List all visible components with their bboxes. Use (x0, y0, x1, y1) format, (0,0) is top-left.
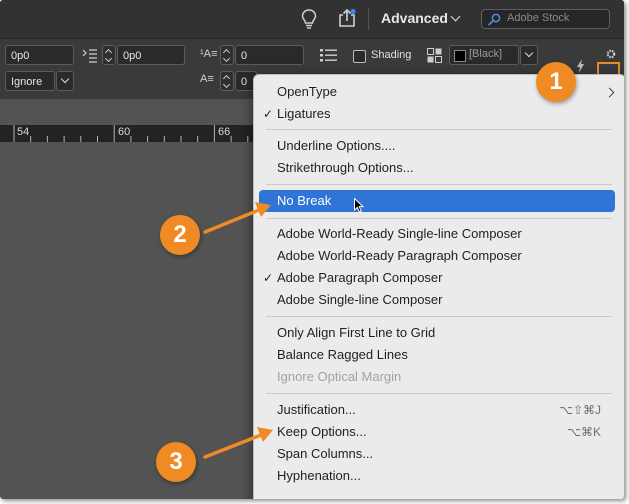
menu-item-align-first-line-label: Only Align First Line to Grid (277, 325, 436, 340)
drop-cap-field[interactable]: 0 (235, 45, 304, 65)
ruler-label-66: 66 (218, 126, 231, 138)
indent-field-1[interactable]: 0p0 (5, 45, 74, 65)
lightbulb-icon[interactable] (301, 9, 317, 29)
gear-icon[interactable] (605, 48, 617, 60)
workspace-switcher[interactable]: Advanced (381, 10, 465, 28)
menu-item-underline-label: Underline Options.... (277, 138, 396, 153)
menu-item-ligatures-label: Ligatures (277, 106, 331, 121)
menu-item-span-columns[interactable]: Span Columns... (254, 443, 624, 465)
share-icon[interactable] (337, 8, 357, 28)
drop-cap-chars-icon: A≡ (200, 73, 214, 85)
callout-1: 1 (536, 62, 576, 102)
indent-stepper-2[interactable] (102, 45, 116, 65)
chevron-down-icon (450, 11, 461, 22)
color-swatch (454, 50, 466, 62)
menu-item-paragraph-composer[interactable]: ✓ Adobe Paragraph Composer (254, 267, 624, 289)
menu-item-balance-ragged-lines[interactable]: Balance Ragged Lines (254, 344, 624, 366)
menu-item-justification-shortcut: ⌥⇧⌘J (559, 403, 601, 417)
menu-item-world-ready-single-line[interactable]: Adobe World-Ready Single-line Composer (254, 223, 624, 245)
menu-item-balance-label: Balance Ragged Lines (277, 347, 408, 362)
ignore-dropdown-value: Ignore (11, 76, 43, 88)
ignore-dropdown-arrow[interactable] (56, 71, 74, 91)
menu-item-single-line-label: Adobe Single-line Composer (277, 292, 443, 307)
menu-separator (266, 129, 612, 130)
indent-field-2-value: 0p0 (123, 50, 142, 62)
lightning-icon[interactable] (576, 59, 585, 73)
checkmark-icon: ✓ (263, 107, 274, 121)
workspace-label: Advanced (381, 10, 448, 26)
indesign-window: Advanced Adobe Stock 0p0 Ignore 0p0 ¹A≡ … (0, 0, 624, 499)
menu-item-span-columns-label: Span Columns... (277, 446, 374, 461)
menu-item-hyphenation-label: Hyphenation... (277, 468, 361, 483)
menu-item-underline-options[interactable]: Underline Options.... (254, 135, 624, 157)
menu-separator (266, 316, 612, 317)
application-bar: Advanced Adobe Stock (0, 0, 624, 38)
menu-separator (266, 393, 612, 394)
menu-item-wr-paragraph-label: Adobe World-Ready Paragraph Composer (277, 248, 522, 263)
search-icon (487, 13, 501, 26)
menu-item-align-first-line[interactable]: Only Align First Line to Grid (254, 322, 624, 344)
menu-item-strikethrough-label: Strikethrough Options... (277, 160, 414, 175)
ruler-label-54: 54 (17, 126, 30, 138)
mouse-cursor-icon (354, 198, 365, 213)
drop-cap-chars-value: 0 (241, 76, 248, 88)
shading-color-dropdown[interactable]: [Black] (449, 45, 519, 65)
callout-2-arrow (203, 208, 261, 234)
menu-item-wr-single-label: Adobe World-Ready Single-line Composer (277, 226, 522, 241)
menu-item-no-break[interactable]: No Break (259, 190, 615, 213)
menu-separator (266, 184, 612, 185)
drop-cap-field-value: 0 (241, 50, 248, 62)
indent-field-2[interactable]: 0p0 (117, 45, 185, 65)
ignore-dropdown[interactable]: Ignore (5, 71, 55, 91)
color-swatch-label: [Black] (469, 48, 503, 60)
shading-color-arrow[interactable] (520, 45, 538, 65)
toolbar-divider (368, 8, 369, 30)
shading-checkbox[interactable] (353, 50, 366, 63)
menu-item-ignore-optical-label: Ignore Optical Margin (277, 369, 402, 384)
menu-item-world-ready-paragraph[interactable]: Adobe World-Ready Paragraph Composer (254, 245, 624, 267)
adobe-stock-search[interactable]: Adobe Stock (481, 9, 610, 29)
menu-item-ignore-optical-margin: Ignore Optical Margin (254, 366, 624, 388)
callout-3: 3 (156, 442, 196, 482)
drop-cap-stepper[interactable] (220, 45, 234, 65)
paragraph-panel-menu: OpenType ✓ Ligatures Underline Options..… (253, 74, 624, 499)
drop-cap-lines-icon: ¹A≡ (200, 48, 218, 60)
menu-item-paragraph-composer-label: Adobe Paragraph Composer (277, 270, 443, 285)
menu-item-justification[interactable]: Justification... ⌥⇧⌘J (254, 399, 624, 421)
search-placeholder: Adobe Stock (507, 12, 570, 24)
menu-item-no-break-label: No Break (277, 193, 332, 208)
menu-item-strikethrough-options[interactable]: Strikethrough Options... (254, 157, 624, 179)
menu-item-keep-options[interactable]: Keep Options... ⌥⌘K (254, 421, 624, 443)
callout-2: 2 (160, 215, 200, 255)
list-icon[interactable] (320, 49, 337, 62)
menu-separator (266, 218, 612, 219)
menu-item-ligatures[interactable]: ✓ Ligatures (254, 103, 624, 125)
checkmark-icon: ✓ (263, 271, 274, 285)
menu-item-single-line-composer[interactable]: Adobe Single-line Composer (254, 289, 624, 311)
menu-item-opentype-label: OpenType (277, 84, 337, 99)
menu-item-hyphenation[interactable]: Hyphenation... (254, 465, 624, 487)
menu-item-keep-options-label: Keep Options... (277, 424, 367, 439)
space-before-icon (82, 49, 97, 63)
menu-item-justification-label: Justification... (277, 402, 356, 417)
swatch-grid-icon[interactable] (427, 48, 442, 63)
shading-label: Shading (371, 49, 412, 61)
indent-field-1-value: 0p0 (11, 50, 30, 62)
ruler-label-60: 60 (118, 126, 131, 138)
drop-cap-chars-stepper[interactable] (220, 71, 234, 91)
menu-item-keep-options-shortcut: ⌥⌘K (567, 425, 601, 439)
submenu-arrow-icon (604, 87, 615, 98)
